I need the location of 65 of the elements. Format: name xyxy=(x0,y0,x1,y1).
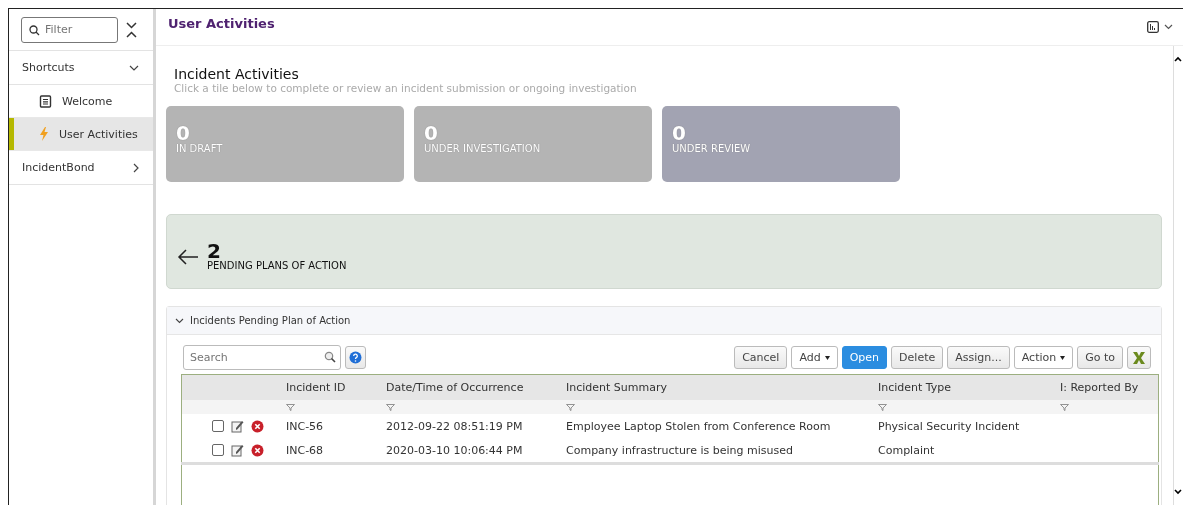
caret-icon xyxy=(824,355,830,360)
delete-icon[interactable] xyxy=(251,443,264,457)
sidebar-section[interactable]: Shortcuts xyxy=(9,51,153,85)
panel-title: Incidents Pending Plan of Action xyxy=(190,315,351,326)
table-cell: INC-56 xyxy=(286,419,324,433)
filter-icon[interactable] xyxy=(878,403,887,411)
toolbar-button[interactable]: Assign... xyxy=(947,346,1010,369)
pending-count: 2 xyxy=(207,242,221,260)
toolbar-button[interactable]: Action xyxy=(1013,346,1074,369)
tile-label: UNDER INVESTIGATION xyxy=(424,143,542,154)
pending-banner[interactable]: 2 PENDING PLANS OF ACTION xyxy=(166,214,1162,289)
table-cell: Company infrastructure is being misused xyxy=(566,443,793,457)
filter-icon[interactable] xyxy=(566,403,575,411)
table-cell: Employee Laptop Stolen from Conference Room xyxy=(566,419,831,433)
search-icon xyxy=(29,24,40,36)
scroll-down-icon[interactable] xyxy=(1174,489,1182,495)
column-header[interactable]: Incident Summary xyxy=(562,374,874,400)
tile-count: 0 xyxy=(672,124,686,143)
edit-icon[interactable] xyxy=(231,443,244,457)
table-cell: INC-68 xyxy=(286,443,324,457)
table-cell: Complaint xyxy=(878,443,935,457)
sidebar-item[interactable]: User Activities xyxy=(9,118,153,151)
panel-header[interactable]: Incidents Pending Plan of Action xyxy=(167,307,1161,335)
document-icon xyxy=(39,94,52,108)
tile-label: IN DRAFT xyxy=(176,143,224,154)
column-header[interactable]: Incident Type xyxy=(874,374,1056,400)
chart-menu-icon[interactable] xyxy=(1147,21,1173,33)
section-subtitle: Click a tile below to complete or review an incident submission or ongoing investigation xyxy=(174,82,638,94)
search-field[interactable]: Search xyxy=(183,345,341,370)
page-title: User Activities xyxy=(168,16,275,31)
tile-count: 0 xyxy=(176,124,190,143)
column-header[interactable]: Incident ID xyxy=(282,374,382,400)
section-title: Incident Activities xyxy=(174,66,300,82)
back-arrow-icon[interactable] xyxy=(177,248,199,265)
search-icon xyxy=(324,351,336,363)
sidebar-section[interactable]: IncidentBond xyxy=(9,151,153,185)
collapse-icon[interactable] xyxy=(126,21,137,38)
filter-icon[interactable] xyxy=(1060,403,1069,411)
toolbar-button[interactable]: Go to xyxy=(1077,346,1123,369)
toolbar-button[interactable]: Delete xyxy=(891,346,944,369)
lightning-icon xyxy=(39,127,49,141)
edit-icon[interactable] xyxy=(231,419,244,433)
scroll-up-icon[interactable] xyxy=(1174,56,1182,62)
toolbar-button[interactable]: Cancel xyxy=(734,346,788,369)
column-header[interactable]: I: Reported By xyxy=(1056,374,1159,400)
toolbar-button[interactable]: Add xyxy=(791,346,838,369)
delete-icon[interactable] xyxy=(251,419,264,433)
spreadsheet-icon xyxy=(1131,350,1147,365)
pending-label: PENDING PLANS OF ACTION xyxy=(207,260,347,271)
row-checkbox[interactable] xyxy=(212,444,224,456)
help-button[interactable] xyxy=(345,346,366,369)
row-checkbox[interactable] xyxy=(212,420,224,432)
table-cell: 2020-03-10 10:06:44 PM xyxy=(386,443,523,457)
question-icon xyxy=(349,351,362,364)
filter-icon[interactable] xyxy=(386,403,395,411)
caret-icon xyxy=(1060,355,1066,360)
filter-field[interactable]: Filter xyxy=(21,16,118,43)
table-cell: Physical Security Incident xyxy=(878,419,1020,433)
tile-count: 0 xyxy=(424,124,438,143)
toolbar-button[interactable]: Open xyxy=(841,346,888,369)
export-button[interactable] xyxy=(1127,346,1151,369)
table-cell: 2012-09-22 08:51:19 PM xyxy=(386,419,523,433)
column-header[interactable]: Date/Time of Occurrence xyxy=(382,374,562,400)
filter-icon[interactable] xyxy=(286,403,295,411)
tile-label: UNDER REVIEW xyxy=(672,143,752,154)
